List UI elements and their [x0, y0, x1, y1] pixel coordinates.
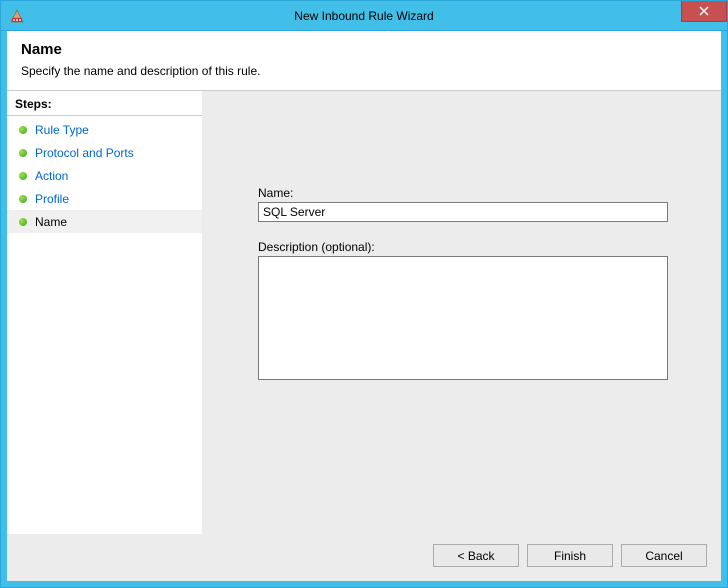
- page-subtitle: Specify the name and description of this…: [21, 64, 707, 78]
- wizard-footer: < Back Finish Cancel: [7, 534, 721, 581]
- bullet-icon: [19, 172, 27, 180]
- wizard-window: New Inbound Rule Wizard Name Specify the…: [0, 0, 728, 588]
- description-label: Description (optional):: [258, 240, 693, 254]
- content-pane: Name: Description (optional):: [202, 91, 721, 534]
- step-rule-type[interactable]: Rule Type: [7, 118, 202, 141]
- bullet-icon: [19, 149, 27, 157]
- step-link[interactable]: Rule Type: [35, 123, 89, 137]
- close-button[interactable]: [681, 1, 727, 22]
- bullet-icon: [19, 218, 27, 226]
- cancel-button[interactable]: Cancel: [621, 544, 707, 567]
- steps-sidebar: Steps: Rule Type Protocol and Ports Acti…: [7, 91, 202, 534]
- finish-button[interactable]: Finish: [527, 544, 613, 567]
- titlebar: New Inbound Rule Wizard: [1, 1, 727, 31]
- step-action[interactable]: Action: [7, 164, 202, 187]
- step-link[interactable]: Protocol and Ports: [35, 146, 134, 160]
- back-button[interactable]: < Back: [433, 544, 519, 567]
- page-title: Name: [21, 41, 707, 58]
- step-profile[interactable]: Profile: [7, 187, 202, 210]
- bullet-icon: [19, 195, 27, 203]
- name-input[interactable]: [258, 202, 668, 222]
- app-icon: [9, 8, 25, 24]
- wizard-body: Steps: Rule Type Protocol and Ports Acti…: [7, 91, 721, 534]
- step-name[interactable]: Name: [7, 210, 202, 233]
- step-link[interactable]: Action: [35, 169, 68, 183]
- window-inner: Name Specify the name and description of…: [1, 31, 727, 587]
- window-title: New Inbound Rule Wizard: [1, 9, 727, 23]
- step-label: Name: [35, 215, 67, 229]
- step-protocol-and-ports[interactable]: Protocol and Ports: [7, 141, 202, 164]
- description-input[interactable]: [258, 256, 668, 380]
- name-label: Name:: [258, 186, 693, 200]
- steps-title: Steps:: [7, 95, 202, 116]
- wizard-header: Name Specify the name and description of…: [7, 31, 721, 91]
- step-link[interactable]: Profile: [35, 192, 69, 206]
- close-icon: [699, 6, 709, 16]
- bullet-icon: [19, 126, 27, 134]
